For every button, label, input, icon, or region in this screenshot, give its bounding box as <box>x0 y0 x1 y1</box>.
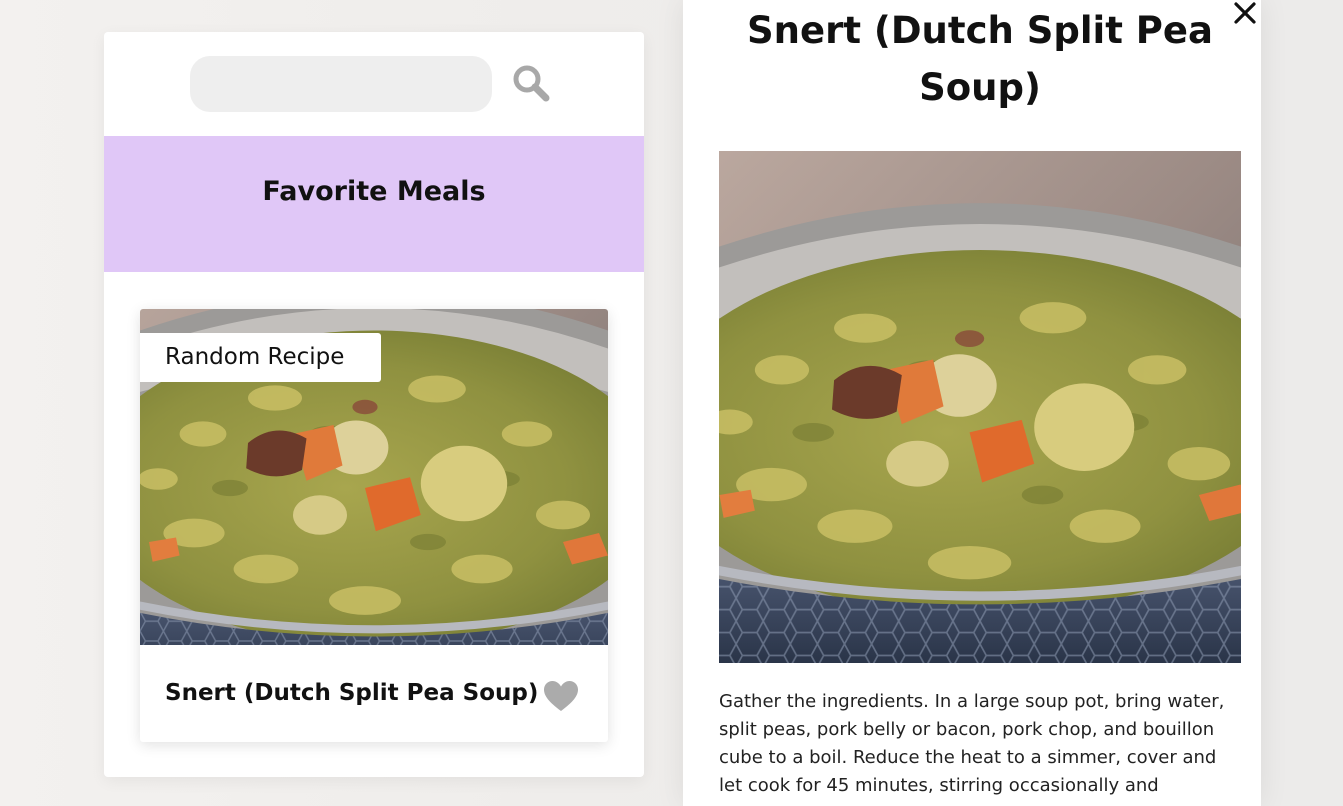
meal-image[interactable]: Random Recipe <box>140 309 608 645</box>
meal-instructions: Gather the ingredients. In a large soup … <box>719 691 1225 796</box>
search-input[interactable] <box>190 56 492 112</box>
search-bar <box>104 32 644 136</box>
random-recipe-tag: Random Recipe <box>140 333 381 382</box>
meal-app-panel: Favorite Meals Random Recipe Snert (Dutc… <box>104 32 644 777</box>
favorite-meals-title: Favorite Meals <box>262 176 486 207</box>
meal-detail-title: Snert (Dutch Split Pea Soup) <box>747 9 1213 109</box>
meal-detail-image <box>719 141 1241 663</box>
meal-detail-popup: Snert (Dutch Split Pea Soup) Gather the … <box>683 0 1261 806</box>
soup-photo-large <box>719 141 1241 663</box>
search-button[interactable] <box>510 62 554 106</box>
favorite-meals-section: Favorite Meals <box>104 136 644 272</box>
search-icon <box>510 62 554 106</box>
meal-name: Snert (Dutch Split Pea Soup) <box>165 680 539 706</box>
favorite-button[interactable] <box>542 679 580 713</box>
random-meal-card[interactable]: Random Recipe Snert (Dutch Split Pea Sou… <box>140 309 608 742</box>
heart-icon <box>542 679 580 713</box>
